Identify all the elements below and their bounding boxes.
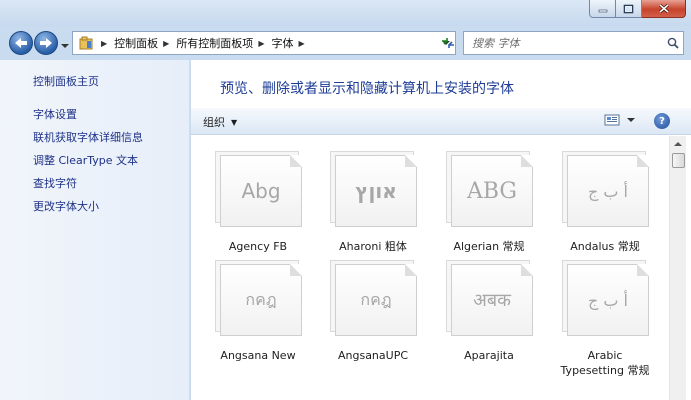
font-file-icon: กคฎ <box>330 260 420 338</box>
font-sample: กคฎ <box>360 289 392 309</box>
organize-button[interactable]: 组织 ▼ <box>203 114 237 130</box>
window-controls <box>589 0 686 19</box>
font-file-icon: ABG <box>446 151 536 229</box>
font-name: Agency FB <box>228 240 288 253</box>
close-icon <box>658 3 669 14</box>
main-pane: 预览、删除或者显示和隐藏计算机上安装的字体 组织 ▼ ? Abg Agency … <box>191 60 691 400</box>
breadcrumb-fonts[interactable]: 字体 <box>271 35 293 51</box>
font-grid: Abg Agency FB אוןץ Aharoni 粗体 ABG Algeri… <box>191 136 669 400</box>
search-icon[interactable] <box>663 37 683 49</box>
font-name: Andalus 常规 <box>570 240 640 253</box>
breadcrumb-separator[interactable]: ▶ <box>258 39 264 48</box>
font-file-icon: กคฎ <box>215 260 305 338</box>
refresh-button[interactable] <box>436 31 460 55</box>
task-pane: 控制面板主页 字体设置 联机获取字体详细信息 调整 ClearType 文本 查… <box>0 60 190 400</box>
font-sample: אוןץ <box>355 179 397 203</box>
chevron-up-icon <box>674 142 682 146</box>
find-character-link[interactable]: 查找字符 <box>33 175 77 191</box>
font-sample: أ ب ج <box>587 290 628 310</box>
font-name: AngsanaUPC <box>337 349 409 362</box>
back-button[interactable] <box>9 31 33 55</box>
chevron-down-icon <box>627 118 635 122</box>
font-sample: กคฎ <box>245 289 277 309</box>
search-box[interactable]: 搜索 字体 <box>463 31 684 55</box>
breadcrumb-control-panel[interactable]: 控制面板 <box>114 35 158 51</box>
font-settings-link[interactable]: 字体设置 <box>33 106 77 122</box>
scroll-up-button[interactable] <box>670 136 686 152</box>
maximize-icon <box>623 4 634 13</box>
breadcrumb-separator[interactable]: ▶ <box>298 39 304 48</box>
change-font-size-link[interactable]: 更改字体大小 <box>33 198 99 214</box>
search-input[interactable]: 搜索 字体 <box>464 35 663 51</box>
forward-arrow-icon <box>40 38 52 48</box>
command-bar: 组织 ▼ ? <box>191 108 691 135</box>
get-font-info-online-link[interactable]: 联机获取字体详细信息 <box>33 129 143 145</box>
control-panel-folder-icon <box>76 33 96 53</box>
view-options-button[interactable] <box>604 114 638 126</box>
chevron-down-icon <box>61 44 69 48</box>
breadcrumb-separator[interactable]: ▶ <box>163 39 169 48</box>
font-name: Aparajita <box>464 349 514 362</box>
close-button[interactable] <box>642 0 686 18</box>
font-file-icon: अबक <box>446 260 536 338</box>
font-name: Arabic Typesetting 常规 <box>560 349 650 377</box>
address-bar[interactable]: ▶ 控制面板 ▶ 所有控制面板项 ▶ 字体 ▶ <box>72 31 456 55</box>
page-title: 预览、删除或者显示和隐藏计算机上安装的字体 <box>220 81 514 97</box>
view-options-icon <box>604 114 620 126</box>
navigation-bar: ▶ 控制面板 ▶ 所有控制面板项 ▶ 字体 ▶ 搜索 字体 <box>0 26 691 60</box>
breadcrumb-all-items[interactable]: 所有控制面板项 <box>176 35 253 51</box>
chevron-down-icon: ▼ <box>231 117 238 127</box>
back-arrow-icon <box>15 38 27 48</box>
breadcrumb-separator: ▶ <box>101 38 108 48</box>
title-bar <box>0 0 691 26</box>
font-sample: أ ب ج <box>587 181 628 201</box>
scroll-thumb[interactable] <box>672 153 685 168</box>
forward-button[interactable] <box>34 31 58 55</box>
adjust-cleartype-link[interactable]: 调整 ClearType 文本 <box>33 152 138 168</box>
organize-label: 组织 <box>203 116 225 129</box>
font-file-icon: Abg <box>215 151 305 229</box>
control-panel-home-link[interactable]: 控制面板主页 <box>33 73 99 89</box>
font-file-icon: אוןץ <box>330 151 420 229</box>
font-sample: अबक <box>473 290 511 311</box>
refresh-icon <box>442 38 454 48</box>
minimize-button[interactable] <box>589 0 616 18</box>
font-name: Aharoni 粗体 <box>339 240 407 253</box>
font-sample: Abg <box>241 179 281 203</box>
recent-pages-dropdown[interactable] <box>61 39 69 48</box>
font-file-icon: أ ب ج <box>562 151 652 229</box>
vertical-scrollbar[interactable] <box>669 136 686 400</box>
font-name: Angsana New <box>220 349 296 362</box>
help-icon[interactable]: ? <box>654 113 670 129</box>
font-name: Algerian 常规 <box>453 240 525 253</box>
font-sample: ABG <box>466 178 518 204</box>
minimize-icon <box>598 9 607 12</box>
maximize-button[interactable] <box>616 0 642 18</box>
font-file-icon: أ ب ج <box>562 260 652 338</box>
